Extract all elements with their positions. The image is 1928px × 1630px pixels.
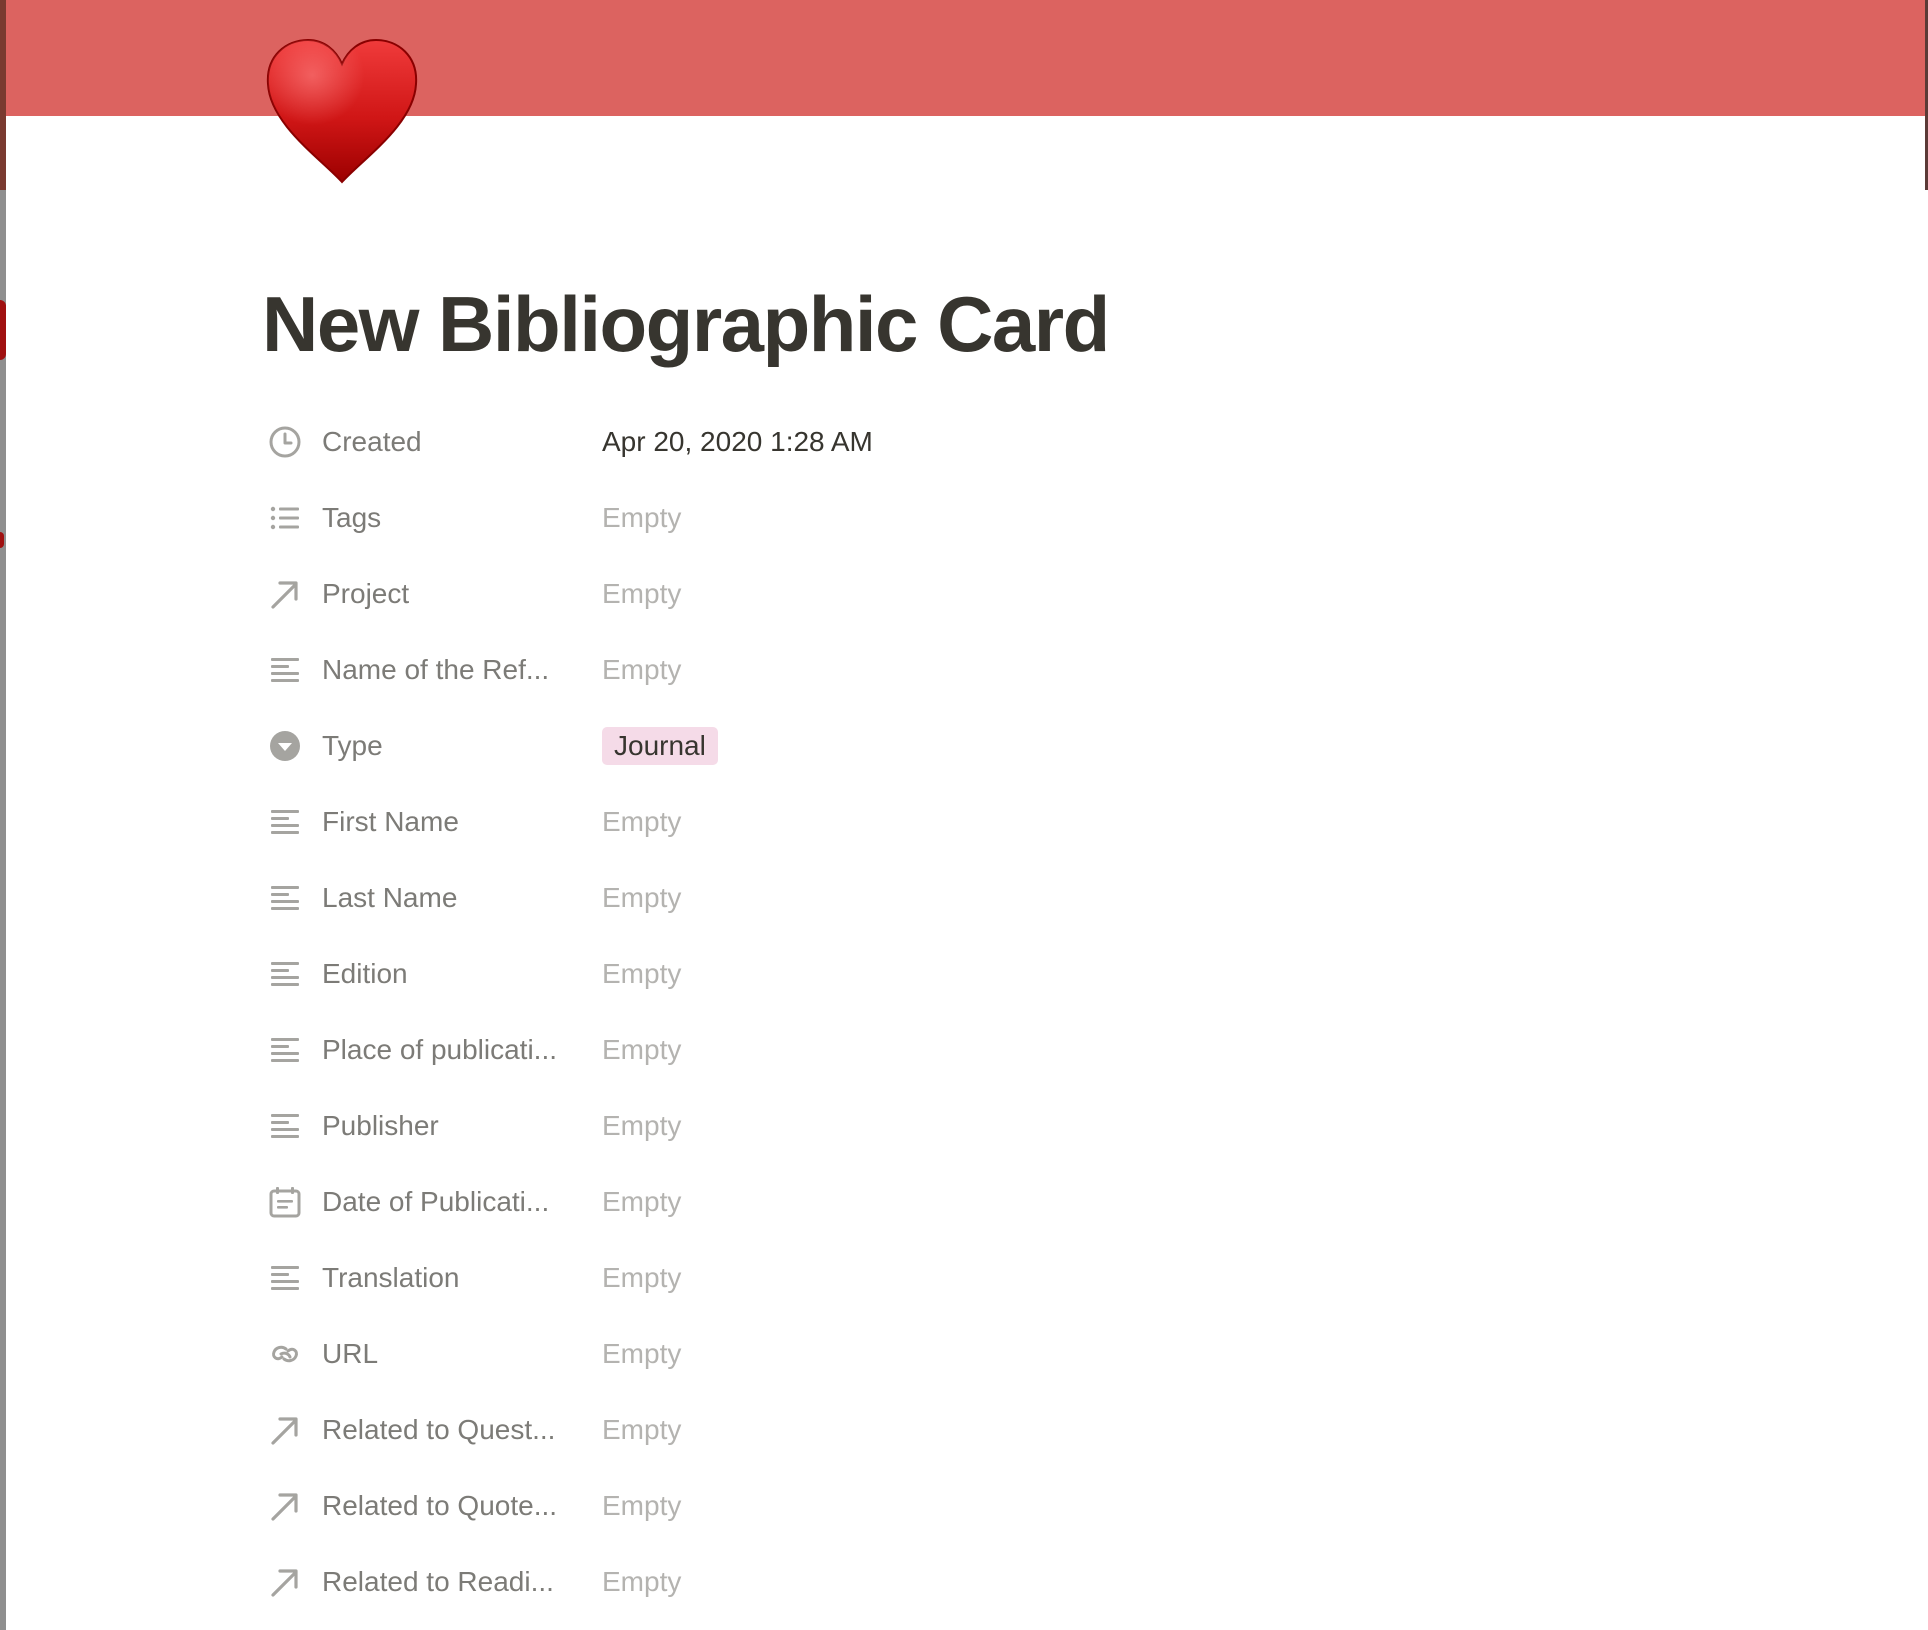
property-label: URL	[322, 1338, 379, 1369]
text-lines-icon	[268, 1109, 302, 1143]
property-name[interactable]: Publisher	[262, 1088, 602, 1164]
text-lines-icon	[268, 881, 302, 915]
property-name[interactable]: Project	[262, 556, 602, 632]
property-row[interactable]: Project Empty	[262, 556, 1762, 632]
calendar-icon	[268, 1185, 302, 1219]
property-label: Project	[322, 578, 410, 609]
text-lines-icon	[268, 1033, 302, 1067]
property-label: Date of Publicati...	[322, 1186, 550, 1217]
edge-heart-fragment	[0, 532, 4, 548]
properties-list: Created Apr 20, 2020 1:28 AM Tags Empty Proj…	[262, 404, 1762, 1620]
property-value[interactable]: Empty	[602, 502, 681, 534]
property-row[interactable]: Name of the Ref... Empty	[262, 632, 1762, 708]
property-label: Edition	[322, 958, 408, 989]
relation-arrow-icon	[268, 1565, 302, 1599]
relation-arrow-icon	[268, 1413, 302, 1447]
property-name[interactable]: Created	[262, 404, 602, 480]
text-lines-icon	[268, 653, 302, 687]
property-value[interactable]: Empty	[602, 1262, 681, 1294]
property-row[interactable]: Created Apr 20, 2020 1:28 AM	[262, 404, 1762, 480]
text-lines-icon	[268, 1261, 302, 1295]
type-tag[interactable]: Journal	[602, 727, 718, 765]
property-label: Name of the Ref...	[322, 654, 550, 685]
property-name[interactable]: First Name	[262, 784, 602, 860]
property-label: Related to Quote...	[322, 1490, 558, 1521]
property-value[interactable]: Empty	[602, 654, 681, 686]
property-name[interactable]: Related to Quest...	[262, 1392, 602, 1468]
property-value[interactable]: Apr 20, 2020 1:28 AM	[602, 426, 873, 458]
property-name[interactable]: Related to Readi...	[262, 1544, 602, 1620]
property-row[interactable]: Place of publicati... Empty	[262, 1012, 1762, 1088]
relation-arrow-icon	[268, 1489, 302, 1523]
property-row[interactable]: Related to Quest... Empty	[262, 1392, 1762, 1468]
property-name[interactable]: Place of publicati...	[262, 1012, 602, 1088]
property-label: Tags	[322, 502, 382, 533]
property-name[interactable]: Translation	[262, 1240, 602, 1316]
property-row[interactable]: First Name Empty	[262, 784, 1762, 860]
property-label: Place of publicati...	[322, 1034, 558, 1065]
property-row[interactable]: Translation Empty	[262, 1240, 1762, 1316]
property-label: Last Name	[322, 882, 458, 913]
property-row[interactable]: Type Journal	[262, 708, 1762, 784]
property-name[interactable]: Related to Quote...	[262, 1468, 602, 1544]
link-icon	[268, 1337, 302, 1371]
edge-heart-fragment	[0, 300, 6, 360]
page-title[interactable]: New Bibliographic Card	[262, 276, 1110, 372]
clock-icon	[268, 425, 302, 459]
property-row[interactable]: Tags Empty	[262, 480, 1762, 556]
property-value[interactable]: Empty	[602, 1110, 681, 1142]
property-value[interactable]: Empty	[602, 1338, 681, 1370]
property-row[interactable]: URL Empty	[262, 1316, 1762, 1392]
window-edge	[0, 0, 6, 1630]
property-name[interactable]: Last Name	[262, 860, 602, 936]
property-row[interactable]: Edition Empty	[262, 936, 1762, 1012]
property-name[interactable]: Date of Publicati...	[262, 1164, 602, 1240]
property-name[interactable]: Tags	[262, 480, 602, 556]
property-name[interactable]: Edition	[262, 936, 602, 1012]
text-lines-icon	[268, 957, 302, 991]
property-value[interactable]: Empty	[602, 1186, 681, 1218]
notion-page: New Bibliographic Card Created Apr 20, 20…	[0, 0, 1928, 1630]
property-value[interactable]: Empty	[602, 1566, 681, 1598]
property-name[interactable]: Name of the Ref...	[262, 632, 602, 708]
property-label: Related to Readi...	[322, 1566, 554, 1597]
property-label: Translation	[322, 1262, 460, 1293]
select-icon	[268, 729, 302, 763]
property-value[interactable]: Empty	[602, 882, 681, 914]
property-value[interactable]: Empty	[602, 1414, 681, 1446]
property-value[interactable]: Empty	[602, 578, 681, 610]
property-value[interactable]: Empty	[602, 1490, 681, 1522]
property-row[interactable]: Last Name Empty	[262, 860, 1762, 936]
property-name[interactable]: URL	[262, 1316, 602, 1392]
property-row[interactable]: Related to Readi... Empty	[262, 1544, 1762, 1620]
property-value[interactable]: Empty	[602, 1034, 681, 1066]
property-value[interactable]: Empty	[602, 958, 681, 990]
property-label: Related to Quest...	[322, 1414, 556, 1445]
heart-emoji-graphic	[266, 38, 418, 184]
property-label: First Name	[322, 806, 459, 837]
property-row[interactable]: Publisher Empty	[262, 1088, 1762, 1164]
property-label: Publisher	[322, 1110, 439, 1141]
property-row[interactable]: Date of Publicati... Empty	[262, 1164, 1762, 1240]
property-label: Type	[322, 730, 383, 761]
text-lines-icon	[268, 805, 302, 839]
property-row[interactable]: Related to Quote... Empty	[262, 1468, 1762, 1544]
list-icon	[268, 501, 302, 535]
relation-arrow-icon	[268, 577, 302, 611]
property-value[interactable]: Empty	[602, 806, 681, 838]
property-value[interactable]: Journal	[602, 727, 718, 765]
heart-icon[interactable]	[262, 36, 422, 186]
property-label: Created	[322, 426, 422, 457]
property-name[interactable]: Type	[262, 708, 602, 784]
